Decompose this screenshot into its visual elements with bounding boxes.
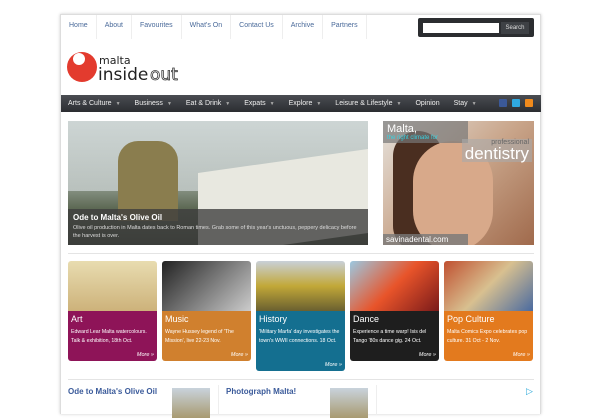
nav-opinion[interactable]: Opinion [408,100,446,107]
chevron-down-icon: ▼ [225,101,231,107]
category-card-pop-culture[interactable]: Pop Culture Malta Comics Expo celebrates … [444,261,533,361]
search-button[interactable]: Search [501,22,529,34]
adchoices-icon[interactable]: ▷ [526,386,533,397]
category-card-history[interactable]: History 'Military Marfa' day investigates… [256,261,345,371]
slide-text: Olive oil production in Malta dates back… [73,225,357,239]
twitter-icon[interactable] [512,99,520,107]
nav-expats[interactable]: Expats ▼ [237,100,281,107]
category-card-music[interactable]: Music Wayne Hussey legend of 'The Mission… [162,261,251,361]
chevron-down-icon: ▼ [166,101,172,107]
more-link[interactable]: More » [137,352,154,358]
search-input[interactable] [423,23,499,33]
nav-explore[interactable]: Explore ▼ [282,100,329,107]
top-nav-home[interactable]: Home [61,15,97,39]
more-link[interactable]: More » [231,352,248,358]
chevron-down-icon: ▼ [115,101,121,107]
rss-icon[interactable] [525,99,533,107]
article-thumbnail[interactable] [330,388,368,418]
ad-url: savinadental.com [383,234,468,245]
svg-text:inside: inside [98,65,148,85]
page-container: Home About Favourites What's On Contact … [60,14,541,418]
chevron-down-icon: ▼ [269,101,275,107]
nav-business[interactable]: Business ▼ [128,100,179,107]
top-nav-partners[interactable]: Partners [323,15,367,39]
chevron-down-icon: ▼ [396,101,402,107]
chevron-down-icon: ▼ [316,101,322,107]
more-link[interactable]: More » [419,352,436,358]
top-nav-whats-on[interactable]: What's On [182,15,232,39]
more-link[interactable]: More » [325,362,342,368]
chevron-down-icon: ▼ [471,101,477,107]
nav-eat-drink[interactable]: Eat & Drink ▼ [179,100,237,107]
article-title[interactable]: Ode to Malta's Olive Oil [68,387,157,396]
svg-text:out: out [150,65,178,85]
top-nav-favourites[interactable]: Favourites [132,15,182,39]
divider [68,253,534,254]
article-thumbnail[interactable] [172,388,210,418]
search-box: Search [418,18,534,37]
divider [68,379,534,380]
card-image [350,261,439,311]
slide-caption: Ode to Malta's Olive Oil Olive oil produ… [68,209,368,245]
dentistry-ad[interactable]: Malta, the right climate for professional… [383,121,534,245]
nav-stay[interactable]: Stay ▼ [447,100,484,107]
malta-inside-out-logo[interactable]: malta inside out [67,49,197,85]
top-nav-contact[interactable]: Contact Us [231,15,283,39]
card-image [444,261,533,311]
article-title[interactable]: Photograph Malta! [226,387,296,396]
nav-arts-culture[interactable]: Arts & Culture ▼ [61,100,128,107]
top-nav-about[interactable]: About [97,15,132,39]
category-card-dance[interactable]: Dance Experience a time warp! Isis del Ta… [350,261,439,361]
card-image [68,261,157,311]
more-link[interactable]: More » [513,352,530,358]
facebook-icon[interactable] [499,99,507,107]
nav-leisure-lifestyle[interactable]: Leisure & Lifestyle ▼ [328,100,408,107]
top-nav: Home About Favourites What's On Contact … [61,15,367,39]
category-card-art[interactable]: Art Edward Lear Malta watercolours. Talk … [68,261,157,361]
main-nav: Arts & Culture ▼ Business ▼ Eat & Drink ▼ E… [61,95,541,112]
card-image [256,261,345,311]
social-links [499,99,533,107]
slide-title[interactable]: Ode to Malta's Olive Oil [73,213,363,222]
top-nav-archive[interactable]: Archive [283,15,324,39]
card-image [162,261,251,311]
featured-slide[interactable]: Ode to Malta's Olive Oil Olive oil produ… [68,121,368,245]
